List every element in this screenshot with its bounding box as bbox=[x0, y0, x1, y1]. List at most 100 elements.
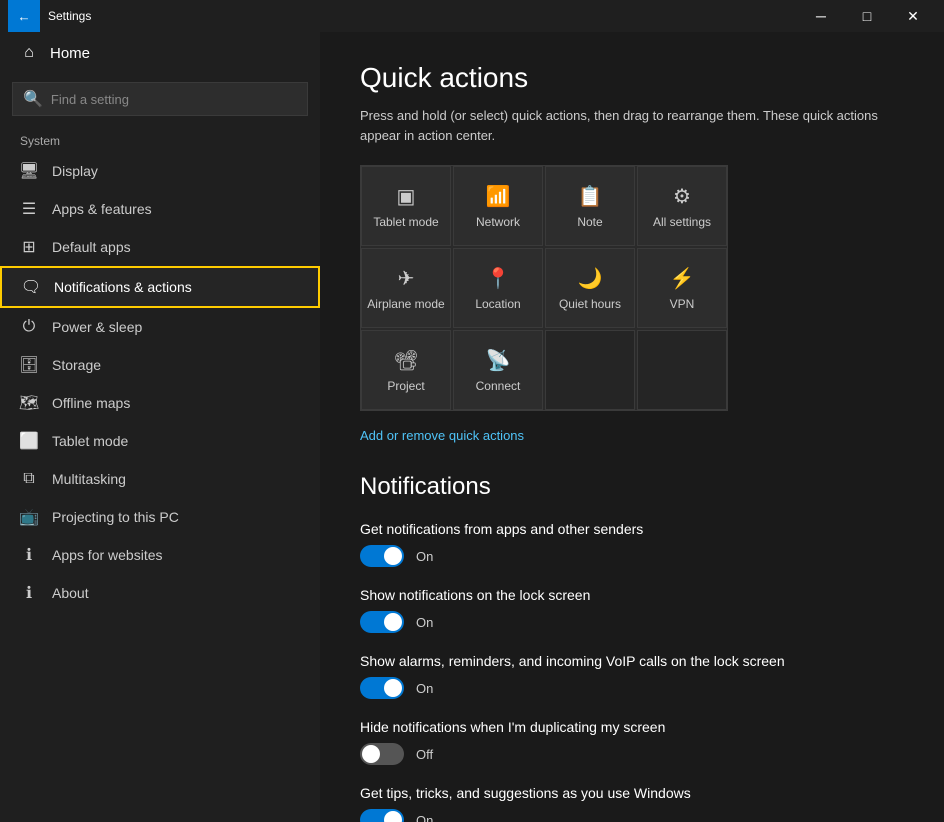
sidebar-item-label: Tablet mode bbox=[52, 433, 128, 449]
qa-tile-quiet-hours[interactable]: 🌙 Quiet hours bbox=[545, 248, 635, 328]
maximize-button[interactable]: □ bbox=[844, 0, 890, 32]
toggle-knob bbox=[384, 547, 402, 565]
notifications-title: Notifications bbox=[360, 473, 904, 501]
notif-toggle-alarms[interactable] bbox=[360, 677, 404, 699]
qa-tile-label: Airplane mode bbox=[367, 297, 444, 311]
sidebar-item-power-sleep[interactable]: ⏻ Power & sleep bbox=[0, 308, 320, 346]
notif-toggle-row-apps-senders: On bbox=[360, 545, 904, 567]
connect-icon: 📡 bbox=[486, 348, 511, 373]
sidebar-item-label: Power & sleep bbox=[52, 319, 142, 335]
qa-tile-airplane-mode[interactable]: ✈ Airplane mode bbox=[361, 248, 451, 328]
toggle-knob bbox=[384, 679, 402, 697]
notif-label-duplicating: Hide notifications when I'm duplicating … bbox=[360, 719, 904, 735]
notif-row-lock-screen: Show notifications on the lock screen On bbox=[360, 587, 904, 633]
sidebar-item-storage[interactable]: 🗄 Storage bbox=[0, 346, 320, 384]
notif-toggle-duplicating[interactable] bbox=[360, 743, 404, 765]
sidebar-home-label: Home bbox=[50, 45, 90, 62]
sidebar-item-apps-features[interactable]: ☰ Apps & features bbox=[0, 190, 320, 228]
qa-tile-label: Tablet mode bbox=[373, 215, 438, 229]
qa-tile-label: Connect bbox=[476, 379, 521, 393]
quick-actions-grid: ▣ Tablet mode 📶 Network 📋 Note ⚙ All set… bbox=[360, 165, 728, 411]
sidebar-item-offline-maps[interactable]: 🗺 Offline maps bbox=[0, 384, 320, 422]
notif-toggle-row-tips: On bbox=[360, 809, 904, 822]
sidebar: ⌂ Home 🔍 System 🖥 Display ☰ Apps & featu… bbox=[0, 32, 320, 822]
sidebar-item-apps-websites[interactable]: ℹ Apps for websites bbox=[0, 536, 320, 574]
sidebar-item-label: Multitasking bbox=[52, 471, 126, 487]
search-icon: 🔍 bbox=[23, 89, 43, 109]
qa-tile-location[interactable]: 📍 Location bbox=[453, 248, 543, 328]
qa-tile-vpn[interactable]: ⚡ VPN bbox=[637, 248, 727, 328]
notif-toggle-label-lock-screen: On bbox=[416, 615, 433, 630]
airplane-mode-icon: ✈ bbox=[398, 266, 415, 291]
qa-tile-label: VPN bbox=[670, 297, 695, 311]
qa-tile-label: All settings bbox=[653, 215, 711, 229]
notif-row-alarms: Show alarms, reminders, and incoming VoI… bbox=[360, 653, 904, 699]
qa-tile-all-settings[interactable]: ⚙ All settings bbox=[637, 166, 727, 246]
sidebar-item-tablet-mode[interactable]: ⬜ Tablet mode bbox=[0, 422, 320, 460]
tablet-icon: ⬜ bbox=[20, 432, 38, 450]
toggle-knob bbox=[384, 613, 402, 631]
notif-toggle-row-alarms: On bbox=[360, 677, 904, 699]
sidebar-item-multitasking[interactable]: ⧉ Multitasking bbox=[0, 460, 320, 498]
add-remove-quick-actions-link[interactable]: Add or remove quick actions bbox=[360, 428, 524, 443]
home-icon: ⌂ bbox=[20, 44, 38, 62]
sidebar-item-notifications-actions[interactable]: 🗨 Notifications & actions bbox=[0, 266, 320, 308]
sidebar-item-about[interactable]: ℹ About bbox=[0, 574, 320, 612]
apps-features-icon: ☰ bbox=[20, 200, 38, 218]
sidebar-item-label: Apps & features bbox=[52, 201, 152, 217]
back-button[interactable]: ← bbox=[8, 0, 40, 32]
qa-tile-tablet-mode[interactable]: ▣ Tablet mode bbox=[361, 166, 451, 246]
all-settings-icon: ⚙ bbox=[673, 184, 691, 209]
quiet-hours-icon: 🌙 bbox=[578, 266, 603, 291]
notif-label-lock-screen: Show notifications on the lock screen bbox=[360, 587, 904, 603]
network-icon: 📶 bbox=[486, 184, 511, 209]
notif-toggle-label-duplicating: Off bbox=[416, 747, 433, 762]
search-box[interactable]: 🔍 bbox=[12, 82, 308, 116]
sidebar-item-label: Storage bbox=[52, 357, 101, 373]
notif-label-alarms: Show alarms, reminders, and incoming VoI… bbox=[360, 653, 904, 669]
storage-icon: 🗄 bbox=[20, 356, 38, 374]
qa-tile-network[interactable]: 📶 Network bbox=[453, 166, 543, 246]
toggle-knob bbox=[384, 811, 402, 822]
qa-tile-label: Location bbox=[475, 297, 520, 311]
about-icon: ℹ bbox=[20, 584, 38, 602]
notif-toggle-tips[interactable] bbox=[360, 809, 404, 822]
sidebar-item-projecting[interactable]: 📺 Projecting to this PC bbox=[0, 498, 320, 536]
sidebar-item-home[interactable]: ⌂ Home bbox=[0, 32, 320, 74]
main-container: ⌂ Home 🔍 System 🖥 Display ☰ Apps & featu… bbox=[0, 32, 944, 822]
notif-row-duplicating: Hide notifications when I'm duplicating … bbox=[360, 719, 904, 765]
sidebar-item-label: Default apps bbox=[52, 239, 131, 255]
window-controls: ─ □ ✕ bbox=[798, 0, 936, 32]
notifications-icon: 🗨 bbox=[22, 278, 40, 296]
qa-tile-project[interactable]: 📽 Project bbox=[361, 330, 451, 410]
notif-toggle-apps-senders[interactable] bbox=[360, 545, 404, 567]
sidebar-item-label: Apps for websites bbox=[52, 547, 163, 563]
sidebar-item-default-apps[interactable]: ⊞ Default apps bbox=[0, 228, 320, 266]
notif-label-tips: Get tips, tricks, and suggestions as you… bbox=[360, 785, 904, 801]
toggle-knob bbox=[362, 745, 380, 763]
minimize-button[interactable]: ─ bbox=[798, 0, 844, 32]
notif-toggle-row-duplicating: Off bbox=[360, 743, 904, 765]
content-area: Quick actions Press and hold (or select)… bbox=[320, 32, 944, 822]
notif-toggle-lock-screen[interactable] bbox=[360, 611, 404, 633]
close-button[interactable]: ✕ bbox=[890, 0, 936, 32]
qa-tile-note[interactable]: 📋 Note bbox=[545, 166, 635, 246]
power-icon: ⏻ bbox=[20, 318, 38, 336]
qa-tile-label: Quiet hours bbox=[559, 297, 621, 311]
projecting-icon: 📺 bbox=[20, 508, 38, 526]
apps-websites-icon: ℹ bbox=[20, 546, 38, 564]
notif-toggle-label-apps-senders: On bbox=[416, 549, 433, 564]
sidebar-item-label: Display bbox=[52, 163, 98, 179]
qa-tile-empty-1 bbox=[545, 330, 635, 410]
sidebar-item-label: About bbox=[52, 585, 89, 601]
default-apps-icon: ⊞ bbox=[20, 238, 38, 256]
qa-tile-connect[interactable]: 📡 Connect bbox=[453, 330, 543, 410]
sidebar-item-display[interactable]: 🖥 Display bbox=[0, 152, 320, 190]
system-label: System bbox=[0, 124, 320, 152]
quick-actions-desc: Press and hold (or select) quick actions… bbox=[360, 106, 904, 145]
qa-tile-label: Project bbox=[387, 379, 424, 393]
search-input[interactable] bbox=[51, 92, 297, 107]
notif-toggle-row-lock-screen: On bbox=[360, 611, 904, 633]
sidebar-item-label: Notifications & actions bbox=[54, 279, 192, 295]
qa-tile-empty-2 bbox=[637, 330, 727, 410]
